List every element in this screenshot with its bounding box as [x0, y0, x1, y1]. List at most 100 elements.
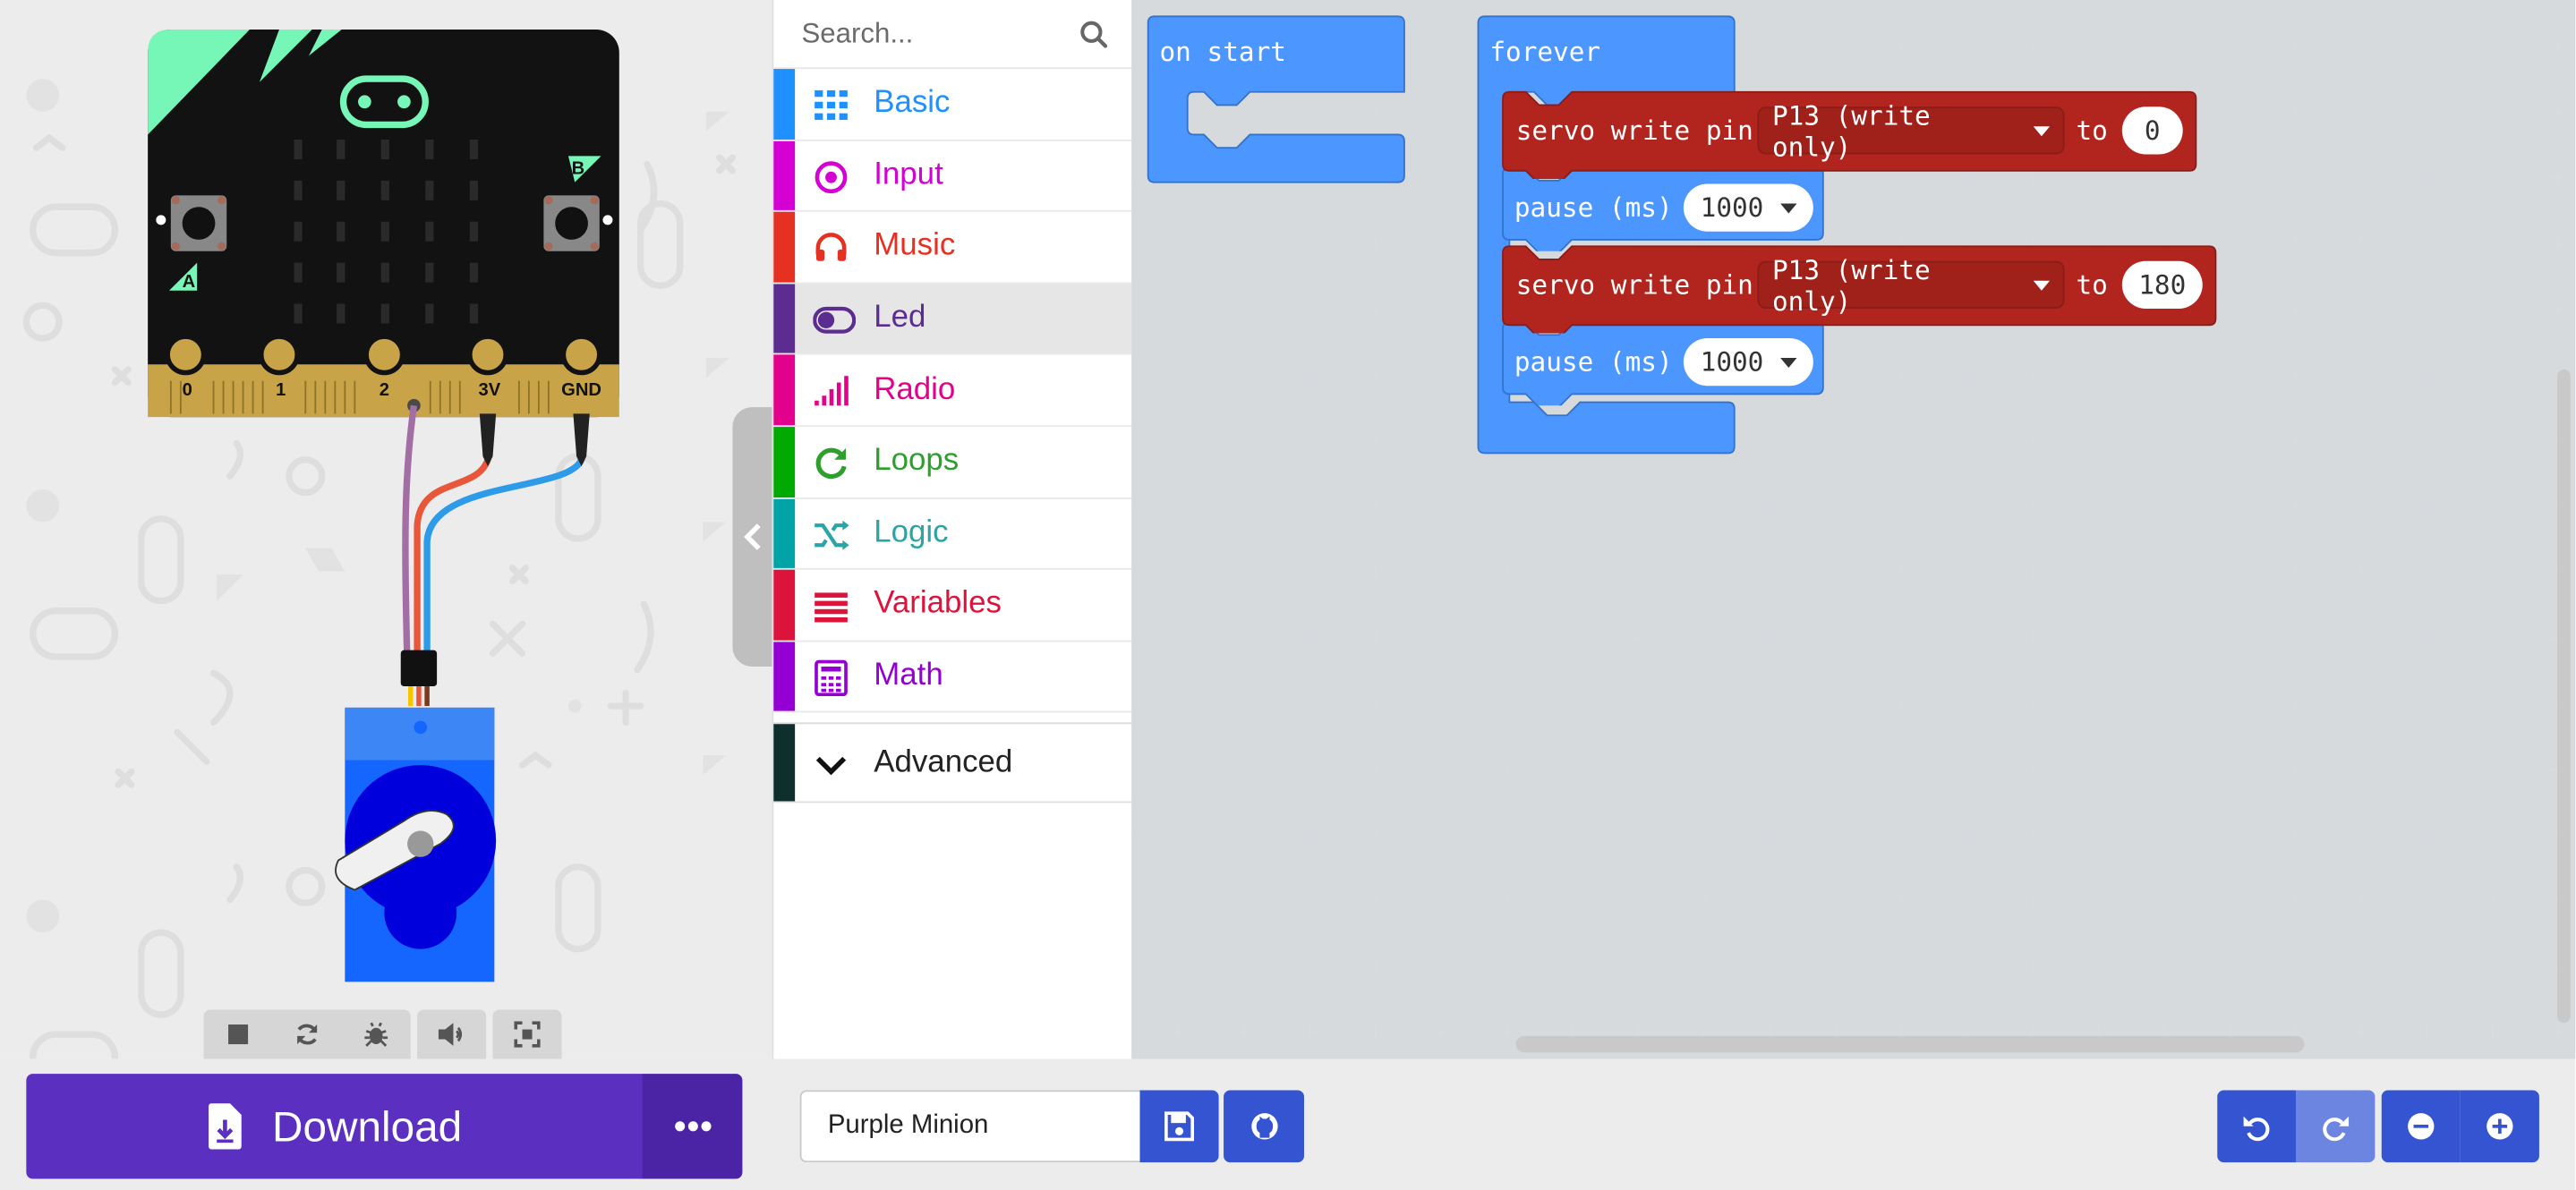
lines-icon — [815, 592, 848, 623]
svg-text:3V: 3V — [478, 380, 500, 400]
category-radio[interactable]: Radio — [773, 355, 1132, 428]
toolbox-divider — [773, 713, 1132, 725]
category-led[interactable]: Led — [773, 284, 1132, 356]
category-label: Radio — [874, 371, 956, 407]
category-color-bar — [773, 642, 796, 712]
category-label: Advanced — [874, 744, 1013, 780]
servo-label-1: servo write pin — [1515, 115, 1753, 147]
category-variables[interactable]: Variables — [773, 570, 1132, 642]
toolbox: Search... Basic Input Music Led Radio Lo… — [772, 0, 1134, 1059]
servo-value-1: 0 — [2144, 115, 2161, 147]
category-color-bar — [773, 427, 796, 497]
download-more-button[interactable] — [642, 1074, 743, 1179]
svg-text:1: 1 — [276, 380, 286, 400]
target-icon — [815, 160, 848, 193]
pause-label-2: pause (ms) — [1514, 346, 1673, 378]
svg-text:GND: GND — [561, 380, 601, 400]
save-icon — [1164, 1111, 1195, 1142]
pause-value-dropdown-1[interactable]: 1000 — [1683, 183, 1813, 232]
project-name-value: Purple Minion — [827, 1111, 989, 1140]
servo-to-label-1: to — [2076, 115, 2108, 147]
vertical-scrollbar[interactable] — [2557, 369, 2571, 1024]
redo-icon — [2323, 1116, 2350, 1142]
category-color-bar — [773, 69, 796, 140]
zoom-out-button[interactable] — [2381, 1090, 2461, 1163]
caret-down-icon — [2033, 125, 2051, 136]
pause-value-1: 1000 — [1700, 191, 1764, 224]
category-label: Basic — [874, 85, 951, 121]
category-basic[interactable]: Basic — [773, 69, 1132, 141]
category-music[interactable]: Music — [773, 212, 1132, 285]
caret-down-icon — [1779, 202, 1797, 213]
pause-value-dropdown-2[interactable]: 1000 — [1683, 338, 1813, 387]
download-file-icon — [208, 1103, 242, 1150]
zoom-in-icon — [2486, 1113, 2513, 1140]
svg-text:0: 0 — [183, 380, 192, 400]
pause-label-1: pause (ms) — [1514, 191, 1673, 224]
headphones-icon — [815, 233, 847, 262]
toggle-icon — [813, 306, 857, 334]
chevron-down-icon — [815, 757, 847, 776]
category-color-bar — [773, 212, 796, 283]
category-loops[interactable]: Loops — [773, 427, 1132, 499]
servo-pin-dropdown-2[interactable]: P13 (write only) — [1757, 254, 2065, 316]
blocks-workspace[interactable]: on start forever pause (ms) 1000 pause (… — [1131, 0, 2576, 1059]
chevron-left-icon — [744, 523, 761, 550]
servo-pin-dropdown-1[interactable]: P13 (write only) — [1757, 99, 2065, 162]
simulator-pane: A B 0 1 2 3V GND — [0, 0, 772, 1059]
zoom-in-button[interactable] — [2460, 1090, 2539, 1163]
category-math[interactable]: Math — [773, 642, 1132, 714]
signal-wire — [402, 404, 418, 666]
search-icon[interactable] — [1079, 19, 1109, 48]
forever-label: forever — [1489, 36, 1601, 68]
simulator-toolbar — [203, 1009, 562, 1059]
search-box[interactable]: Search... — [773, 0, 1132, 70]
category-label: Math — [874, 658, 943, 693]
category-label: Led — [874, 300, 926, 336]
category-advanced[interactable]: Advanced — [773, 724, 1132, 803]
servo-label-2: servo write pin — [1515, 268, 1753, 301]
category-label: Logic — [874, 514, 949, 550]
ground-wire — [423, 423, 585, 666]
download-button[interactable]: Download — [26, 1074, 643, 1179]
fullscreen-button[interactable] — [493, 1010, 562, 1059]
debug-icon — [364, 1022, 388, 1047]
undo-icon — [2243, 1116, 2270, 1142]
shuffle-icon — [815, 519, 849, 549]
servo-value-2: 180 — [2138, 268, 2187, 301]
collapse-simulator-button[interactable] — [732, 407, 772, 667]
ellipsis-icon — [674, 1121, 711, 1132]
github-button[interactable] — [1224, 1090, 1304, 1163]
editor-bottom-bar: Download Purple Minion — [0, 1058, 2576, 1190]
download-label: Download — [272, 1101, 463, 1151]
undo-button[interactable] — [2217, 1090, 2297, 1163]
category-label: Music — [874, 228, 956, 264]
svg-text:B: B — [572, 159, 585, 179]
mute-icon — [438, 1023, 463, 1046]
restart-icon — [297, 1024, 318, 1045]
horizontal-scrollbar[interactable] — [1515, 1035, 2305, 1053]
debug-button[interactable] — [342, 1010, 411, 1059]
category-color-bar — [773, 355, 796, 426]
servo-value-input-2[interactable]: 180 — [2121, 260, 2203, 309]
save-button[interactable] — [1139, 1090, 1219, 1163]
on-start-label: on start — [1159, 36, 1286, 68]
refresh-icon — [815, 447, 847, 480]
pause-value-2: 1000 — [1700, 346, 1764, 378]
stop-button[interactable] — [204, 1010, 273, 1059]
category-input[interactable]: Input — [773, 140, 1132, 213]
makecode-editor: A B 0 1 2 3V GND Search... Basic Input M… — [0, 0, 2576, 1190]
restart-button[interactable] — [273, 1010, 342, 1059]
servo-pin-2: P13 (write only) — [1771, 253, 1931, 317]
servo-value-input-1[interactable]: 0 — [2121, 106, 2183, 155]
servo-to-label-2: to — [2076, 268, 2108, 301]
project-name-input[interactable]: Purple Minion — [799, 1090, 1140, 1163]
microbit-simulator[interactable]: A B 0 1 2 3V GND — [0, 0, 772, 1010]
zoom-out-icon — [2408, 1113, 2435, 1140]
mute-button[interactable] — [417, 1010, 486, 1059]
stop-icon — [228, 1024, 249, 1045]
search-input[interactable]: Search... — [801, 17, 913, 50]
category-logic[interactable]: Logic — [773, 498, 1132, 571]
redo-button[interactable] — [2296, 1090, 2376, 1163]
github-icon — [1250, 1113, 1277, 1140]
